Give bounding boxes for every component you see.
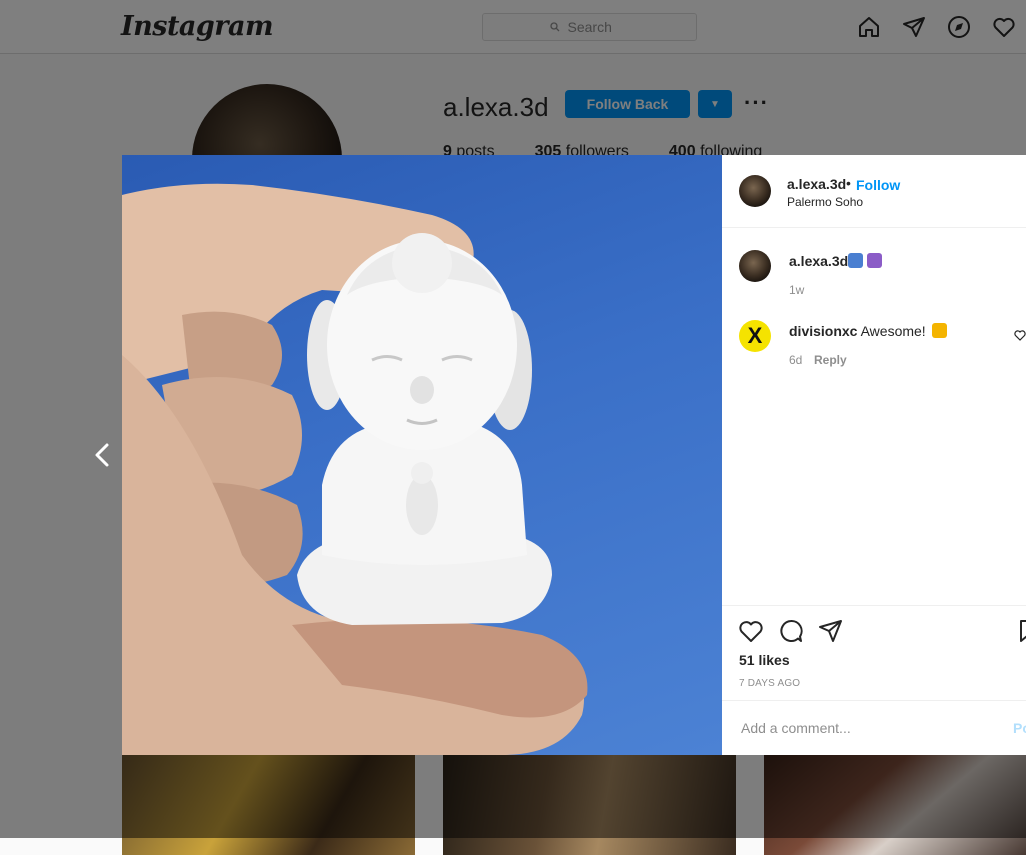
reply-button[interactable]: Reply <box>814 353 847 367</box>
author-username[interactable]: a.lexa.3d <box>787 176 846 192</box>
caption-avatar[interactable] <box>739 250 771 282</box>
post-location[interactable]: Palermo Soho <box>787 195 863 209</box>
post-timestamp[interactable]: 7 DAYS AGO <box>739 678 800 689</box>
commenter-avatar[interactable]: X <box>739 320 771 352</box>
share-icon[interactable] <box>818 618 844 644</box>
comment-time[interactable]: 6d <box>789 353 802 367</box>
raising-hands-emoji <box>931 323 947 338</box>
add-comment-area: Post <box>722 700 1026 756</box>
comment-input[interactable] <box>739 719 993 737</box>
follow-button[interactable]: Follow <box>856 177 900 193</box>
separator-dot: • <box>846 175 851 191</box>
post-header: a.lexa.3d • Follow Palermo Soho <box>722 155 1026 228</box>
caption-username[interactable]: a.lexa.3d <box>789 253 848 269</box>
like-heart-icon[interactable] <box>738 618 764 644</box>
comment-text: Awesome! <box>860 323 926 339</box>
likes-count[interactable]: 51 likes <box>739 652 790 668</box>
om-symbol-emoji <box>867 253 882 268</box>
caption-time[interactable]: 1w <box>789 283 804 297</box>
commenter-username[interactable]: divisionxc <box>789 323 857 339</box>
post-actions: 51 likes 7 DAYS AGO <box>722 605 1026 701</box>
comment-bubble-icon[interactable] <box>778 618 804 644</box>
post-comment-button[interactable]: Post <box>1013 720 1026 736</box>
woman-technologist-emoji <box>848 253 863 268</box>
post-modal: a.lexa.3d • Follow Palermo Soho a.lexa.3… <box>122 155 1026 755</box>
author-avatar[interactable] <box>739 175 771 207</box>
comment-like-heart-icon[interactable] <box>1014 329 1026 341</box>
save-bookmark-icon[interactable] <box>1018 618 1026 644</box>
chevron-left-icon[interactable] <box>88 440 118 470</box>
buddha-figurine-image <box>122 183 588 755</box>
comment: divisionxc Awesome! <box>789 323 947 339</box>
post-sidebar: a.lexa.3d • Follow Palermo Soho a.lexa.3… <box>722 155 1026 755</box>
post-photo[interactable] <box>122 155 722 755</box>
